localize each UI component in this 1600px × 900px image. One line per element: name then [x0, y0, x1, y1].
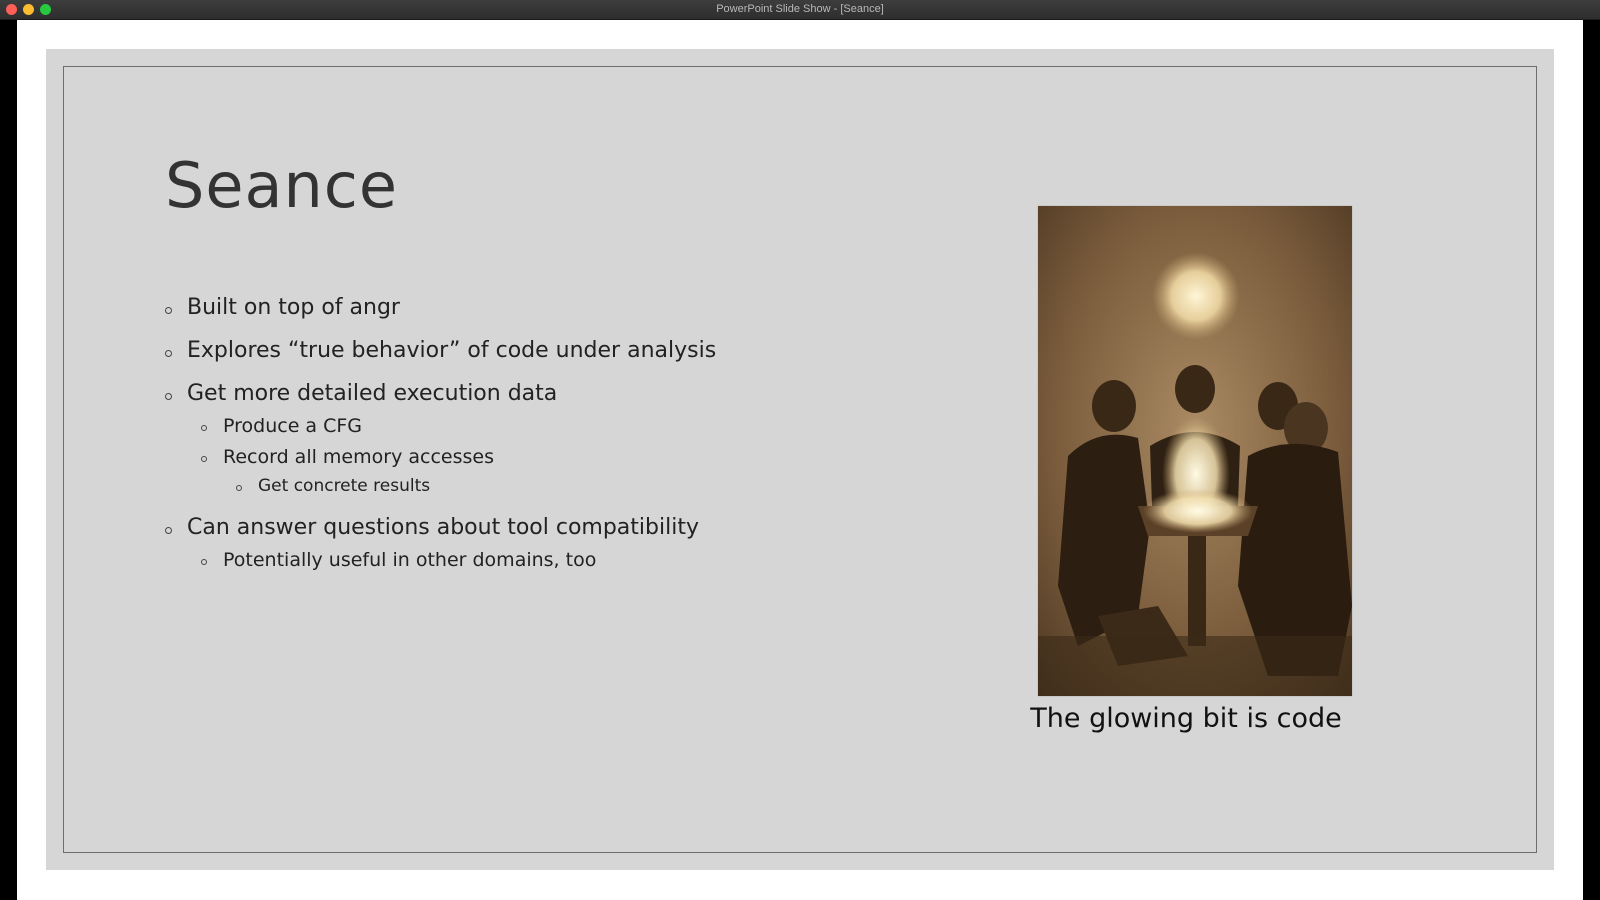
sub-bullet-item: Produce a CFG — [165, 415, 865, 437]
sub-bullet-item: Potentially useful in other domains, too — [165, 549, 865, 571]
slide-title: Seance — [165, 149, 399, 222]
seance-photo — [1038, 206, 1352, 696]
bullet-item: Explores “true behavior” of code under a… — [165, 338, 865, 363]
slide[interactable]: Seance Built on top of angr Explores “tr… — [46, 49, 1554, 870]
window-titlebar: PowerPoint Slide Show - [Seance] — [0, 0, 1600, 20]
bullet-list: Built on top of angr Explores “true beha… — [165, 295, 865, 571]
bullet-item: Built on top of angr — [165, 295, 865, 320]
sub-bullet-item: Record all memory accesses — [165, 446, 865, 468]
window-title: PowerPoint Slide Show - [Seance] — [716, 3, 884, 15]
image-caption: The glowing bit is code — [1030, 703, 1342, 734]
bullet-item: Get more detailed execution data — [165, 381, 865, 406]
sub-sub-bullet-item: Get concrete results — [165, 476, 865, 496]
slideshow-screen[interactable]: Seance Built on top of angr Explores “tr… — [17, 20, 1583, 900]
bullet-item: Can answer questions about tool compatib… — [165, 515, 865, 540]
